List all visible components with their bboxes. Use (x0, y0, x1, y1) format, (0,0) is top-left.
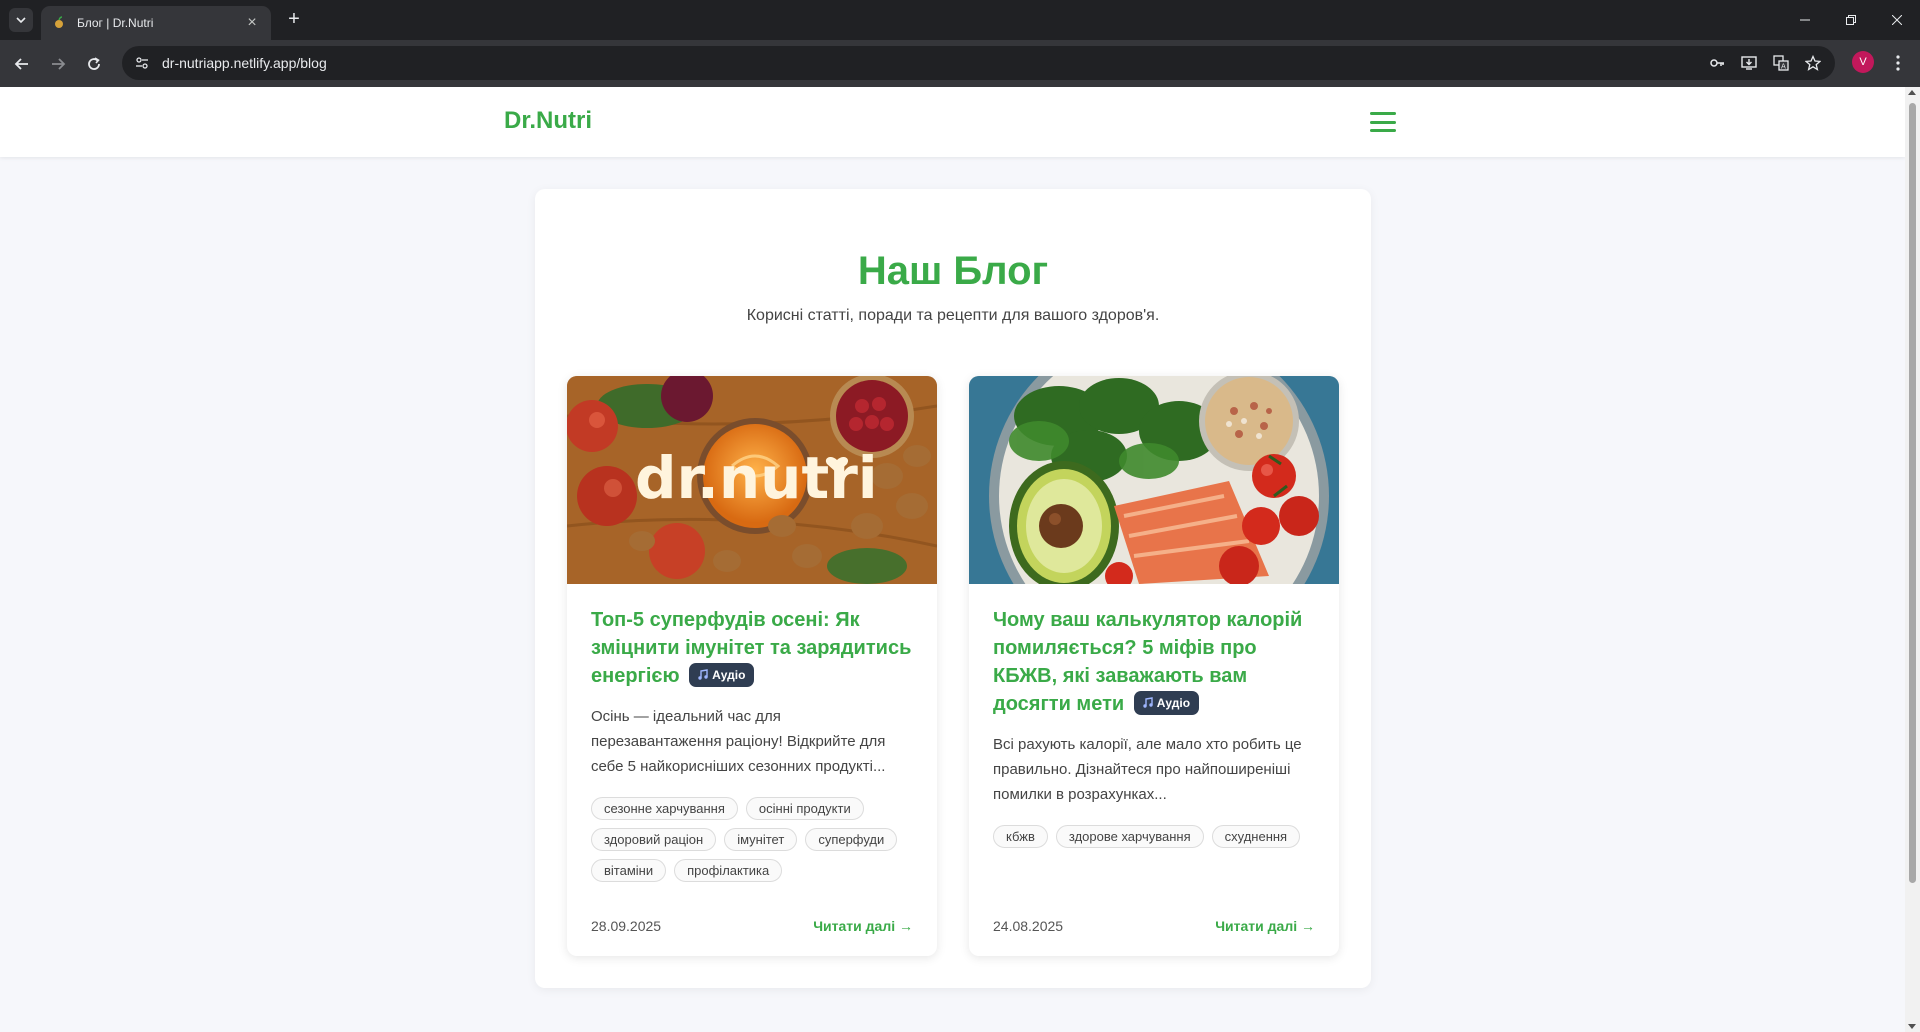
tag-chip[interactable]: осінні продукти (745, 797, 864, 820)
post-date: 24.08.2025 (993, 918, 1064, 934)
audio-badge: Аудіо (689, 662, 755, 687)
tag-chip[interactable]: здорове харчування (1055, 825, 1204, 848)
browser-menu-icon[interactable] (1886, 50, 1910, 76)
url-text: dr-nutriapp.netlify.app/blog (162, 55, 327, 71)
audio-badge: Аудіо (1133, 690, 1200, 715)
post-tags: кбжв здорове харчування схуднення (993, 825, 1315, 848)
browser-toolbar: dr-nutriapp.netlify.app/blog A V (0, 40, 1920, 87)
translate-icon[interactable]: A (1769, 51, 1793, 75)
browser-tabstrip: Блог | Dr.Nutri × + (0, 0, 1920, 40)
favicon-icon (55, 16, 63, 28)
bookmark-star-icon[interactable] (1801, 51, 1825, 75)
address-bar[interactable]: dr-nutriapp.netlify.app/blog A (122, 46, 1835, 80)
tag-chip[interactable]: профілактика (674, 859, 783, 882)
close-icon (1892, 15, 1902, 25)
close-window-button[interactable] (1874, 0, 1920, 40)
read-more-link[interactable]: Читати далі → (1215, 918, 1315, 934)
tag-chip[interactable]: здоровий раціон (591, 828, 717, 851)
post-image-healthy-plate[interactable] (969, 376, 1339, 584)
restore-button[interactable] (1828, 0, 1874, 40)
arrow-left-icon (14, 58, 28, 70)
back-button[interactable] (8, 50, 36, 78)
page-subtitle: Корисні статті, поради та рецепти для ва… (746, 307, 1160, 324)
menu-hamburger-icon[interactable] (1370, 112, 1396, 132)
page-viewport: Dr.Nutri Наш Блог Корисні статті, поради… (0, 87, 1905, 1032)
install-app-icon[interactable] (1737, 51, 1761, 75)
tag-chip[interactable]: схуднення (1211, 825, 1301, 848)
site-header: Dr.Nutri (0, 87, 1905, 157)
tag-chip[interactable]: сезонне харчування (591, 797, 738, 820)
post-excerpt: Осінь — ідеальний час для перезавантажен… (591, 708, 886, 775)
tag-chip[interactable]: імунітет (724, 828, 798, 851)
tab-title: Блог | Dr.Nutri (77, 16, 154, 30)
post-title[interactable]: Топ-5 суперфудів осені: Як зміцнити імун… (591, 606, 913, 690)
minimize-button[interactable] (1782, 0, 1828, 40)
profile-avatar[interactable]: V (1852, 51, 1874, 73)
post-date: 28.09.2025 (591, 918, 662, 934)
site-info-icon[interactable] (130, 51, 154, 75)
post-tags: сезонне харчування осінні продукти здоро… (591, 797, 913, 882)
chevron-down-icon (16, 17, 26, 24)
post-image-autumn-superfoods[interactable]: dr.nutri (567, 376, 937, 584)
minimize-icon (1800, 19, 1810, 21)
password-key-icon[interactable] (1705, 51, 1729, 75)
browser-tab[interactable]: Блог | Dr.Nutri × (41, 6, 271, 40)
reload-button[interactable] (80, 50, 108, 78)
tag-chip[interactable]: вітаміни (591, 859, 667, 882)
tag-chip[interactable]: кбжв (993, 825, 1048, 848)
scrollbar-thumb[interactable] (1909, 103, 1916, 883)
blog-post-card[interactable]: dr.nutri Топ-5 суперфудів осені: Як зміц… (567, 376, 937, 956)
post-title[interactable]: Чому ваш калькулятор калорій помиляється… (993, 606, 1315, 718)
page-scrollbar[interactable] (1905, 87, 1920, 1032)
arrow-right-icon (52, 58, 66, 70)
music-note-icon (698, 669, 708, 680)
svg-text:A: A (1781, 63, 1786, 71)
scroll-down-arrow-icon[interactable] (1908, 1024, 1916, 1029)
restore-icon (1846, 15, 1856, 25)
new-tab-button[interactable]: + (282, 8, 306, 32)
close-tab-icon[interactable]: × (243, 14, 261, 32)
post-image-logo-text: dr.nutri (635, 444, 878, 512)
blog-section: Наш Блог Корисні статті, поради та рецеп… (535, 189, 1371, 988)
reload-icon (88, 57, 100, 70)
page-title: Наш Блог (857, 249, 1049, 293)
tab-search-button[interactable] (9, 8, 33, 32)
read-more-link[interactable]: Читати далі → (813, 918, 913, 934)
site-logo[interactable]: Dr.Nutri (504, 107, 592, 135)
scroll-up-arrow-icon[interactable] (1908, 90, 1916, 95)
blog-post-card[interactable]: Чому ваш калькулятор калорій помиляється… (969, 376, 1339, 956)
post-excerpt: Всі рахують калорії, але мало хто робить… (993, 736, 1302, 803)
music-note-icon (1143, 697, 1153, 708)
audio-badge-label: Аудіо (712, 667, 746, 682)
audio-badge-label: Аудіо (1156, 695, 1191, 710)
forward-button[interactable] (44, 50, 72, 78)
tag-chip[interactable]: суперфуди (805, 828, 898, 851)
